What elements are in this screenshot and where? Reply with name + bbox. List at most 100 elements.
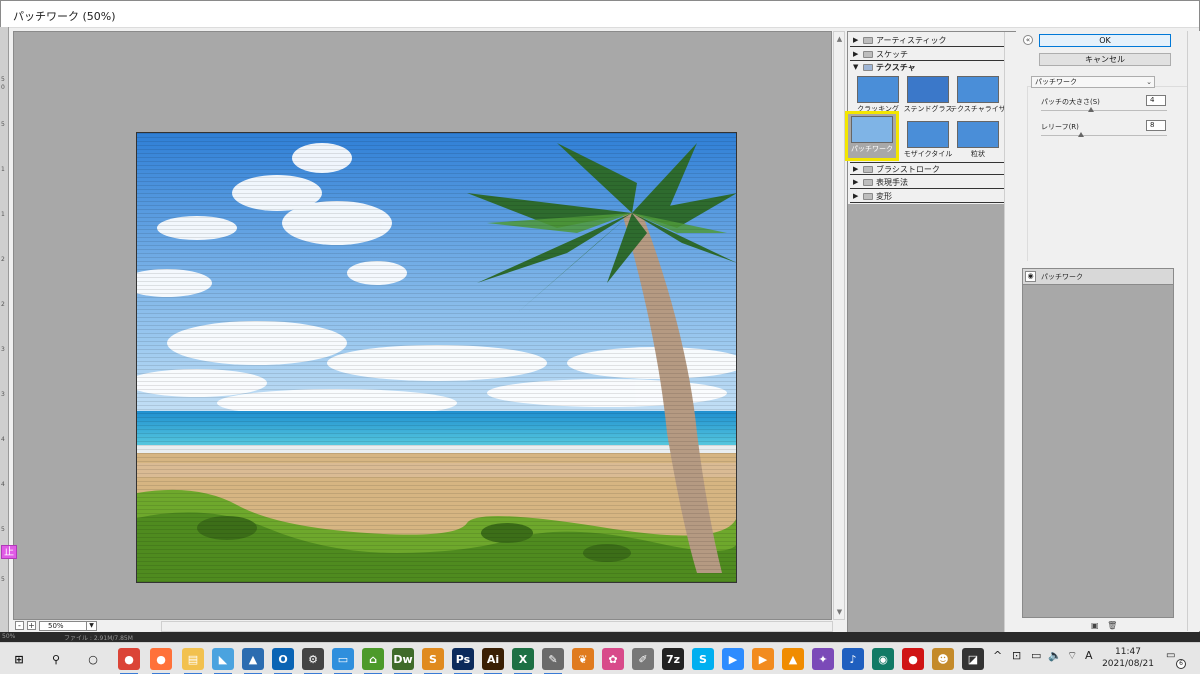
thumbnail-image bbox=[851, 116, 893, 143]
preview-area[interactable] bbox=[13, 31, 832, 620]
new-layer-icon[interactable]: ▣ bbox=[1091, 621, 1099, 630]
thumbnail-image bbox=[957, 121, 999, 148]
7zip-icon[interactable]: 7z bbox=[662, 648, 684, 670]
patch-size-slider[interactable] bbox=[1041, 107, 1167, 112]
filter-thumb-patchwork[interactable]: パッチワーク bbox=[845, 111, 899, 161]
status-zoom: 50% bbox=[2, 633, 16, 640]
category-sketch[interactable]: ▶ スケッチ bbox=[850, 48, 1004, 61]
zoom-out-button[interactable]: - bbox=[15, 621, 24, 630]
outlook-icon[interactable]: O bbox=[272, 648, 294, 674]
explorer-icon[interactable]: ▤ bbox=[182, 648, 204, 674]
vlc-icon[interactable]: ▲ bbox=[782, 648, 804, 670]
filter-thumb-texturizer[interactable]: テクスチャライザー bbox=[950, 74, 1013, 118]
relief-slider-handle[interactable] bbox=[1078, 132, 1085, 137]
patch-size-label: パッチの大きさ(S) bbox=[1041, 98, 1100, 106]
illustrator-icon[interactable]: Ai bbox=[482, 648, 504, 674]
app-green-icon[interactable]: ⌂ bbox=[362, 648, 384, 674]
relief-label: レリーフ(R) bbox=[1041, 123, 1079, 131]
app-pink-icon[interactable]: ✿ bbox=[602, 648, 624, 670]
expand-triangle-icon: ▶ bbox=[853, 192, 859, 200]
sticky-icon[interactable]: ◪ bbox=[962, 648, 984, 670]
filter-thumb-craquelure[interactable]: クラッキング bbox=[854, 74, 902, 118]
title-bar[interactable]: パッチワーク (50%) bbox=[1, 1, 1199, 28]
notification-count: 6 bbox=[1176, 659, 1186, 669]
zoom-select[interactable]: 50% ▼ bbox=[39, 621, 97, 631]
excel-icon[interactable]: X bbox=[512, 648, 534, 674]
dreamweaver-icon[interactable]: Dw bbox=[392, 648, 414, 674]
zoom-value: 50% bbox=[48, 622, 64, 630]
category-artistic[interactable]: ▶ アーティスティック bbox=[850, 34, 1004, 47]
scroll-down-icon[interactable]: ▼ bbox=[835, 607, 844, 617]
category-stylize[interactable]: ▶ 表現手法 bbox=[850, 176, 1004, 189]
ruler-tick: 5 bbox=[1, 576, 5, 583]
app-purple-icon[interactable]: ✦ bbox=[812, 648, 834, 670]
patch-size-input[interactable]: 4 bbox=[1146, 95, 1166, 106]
right-scrollbar[interactable] bbox=[1187, 31, 1200, 631]
preview-image[interactable] bbox=[136, 132, 737, 583]
notification-icon[interactable]: ▭ 6 bbox=[1166, 650, 1186, 669]
category-texture[interactable]: ▼ テクスチャ bbox=[850, 61, 1004, 74]
folder-icon bbox=[863, 179, 873, 186]
ime-icon[interactable]: A bbox=[1085, 649, 1093, 662]
filter-thumb-grain[interactable]: 粒状 bbox=[954, 119, 1002, 163]
app-card-icon[interactable]: ▭ bbox=[332, 648, 354, 674]
preview-vertical-scrollbar[interactable]: ▲ ▼ bbox=[833, 31, 845, 620]
app-teal-icon[interactable]: ◉ bbox=[872, 648, 894, 670]
task-view-icon[interactable]: ○ bbox=[82, 648, 104, 670]
filter-gallery-dialog: パッチワーク (50%) ▲ ▼ - + 50% ▼ ▶ アーティスティック ▶… bbox=[0, 0, 1200, 640]
skype-icon[interactable]: S bbox=[692, 648, 714, 670]
start-icon[interactable]: ⊞ bbox=[8, 648, 30, 670]
ime-mode-indicator[interactable]: 止 bbox=[1, 545, 17, 559]
patch-size-slider-handle[interactable] bbox=[1088, 107, 1095, 112]
gallery-scrollbar[interactable] bbox=[1004, 32, 1016, 632]
firefox-icon[interactable]: ● bbox=[150, 648, 172, 674]
category-brush-strokes[interactable]: ▶ ブラシストローク bbox=[850, 162, 1004, 175]
chrome-icon[interactable]: ● bbox=[118, 648, 140, 674]
effect-layer-row[interactable]: ◉ パッチワーク bbox=[1023, 269, 1173, 285]
app-blue-icon[interactable]: ◣ bbox=[212, 648, 234, 674]
settings-icon[interactable]: ⚙ bbox=[302, 648, 324, 674]
filter-select[interactable]: パッチワーク ⌄ bbox=[1031, 76, 1155, 88]
photos-icon[interactable]: ▲ bbox=[242, 648, 264, 674]
screen: パッチワーク (50%) ▲ ▼ - + 50% ▼ ▶ アーティスティック ▶… bbox=[0, 0, 1200, 674]
scroll-up-icon[interactable]: ▲ bbox=[835, 34, 844, 44]
relief-slider[interactable] bbox=[1041, 132, 1167, 137]
eye-icon[interactable]: ◉ bbox=[1025, 271, 1036, 282]
zoom-in-button[interactable]: + bbox=[27, 621, 36, 630]
app-brush-icon[interactable]: ✐ bbox=[632, 648, 654, 670]
app-orange-icon[interactable]: S bbox=[422, 648, 444, 674]
record-icon[interactable]: ● bbox=[902, 648, 924, 670]
ok-button[interactable]: OK bbox=[1039, 34, 1171, 47]
ruler-tick: 2 bbox=[1, 256, 5, 263]
preview-horizontal-scrollbar[interactable] bbox=[161, 621, 833, 632]
chevron-down-icon: ⌄ bbox=[1146, 78, 1152, 86]
parameters-group bbox=[1027, 86, 1187, 261]
layer-tools: ▣ 🗑 bbox=[1091, 621, 1121, 631]
status-doc-size: ファイル : 2.91M/7.85M bbox=[64, 635, 133, 642]
volume-icon[interactable]: 🔈 bbox=[1048, 649, 1062, 662]
search-icon[interactable]: ⚲ bbox=[45, 648, 67, 670]
app-media-icon[interactable]: ▶ bbox=[752, 648, 774, 670]
zoom-icon[interactable]: ▶ bbox=[722, 648, 744, 670]
music-icon[interactable]: ♪ bbox=[842, 648, 864, 670]
filter-thumb-mosaic-tiles[interactable]: モザイクタイル bbox=[904, 119, 952, 163]
butterfly-icon[interactable]: ❦ bbox=[572, 648, 594, 670]
cancel-button[interactable]: キャンセル bbox=[1039, 53, 1171, 66]
collapse-triangle-icon: ▼ bbox=[853, 63, 859, 71]
tray-overflow-icon[interactable]: ^ bbox=[993, 649, 1002, 662]
battery-icon[interactable]: ▭ bbox=[1031, 649, 1041, 662]
collapse-gallery-icon[interactable]: « bbox=[1023, 35, 1033, 45]
expand-triangle-icon: ▶ bbox=[853, 178, 859, 186]
app-avatar-icon[interactable]: ☻ bbox=[932, 648, 954, 670]
photoshop-icon[interactable]: Ps bbox=[452, 648, 474, 674]
app-pen-icon[interactable]: ✎ bbox=[542, 648, 564, 674]
wifi-icon[interactable]: ⌔ bbox=[1067, 649, 1077, 663]
category-distort[interactable]: ▶ 変形 bbox=[850, 190, 1004, 203]
trash-icon[interactable]: 🗑 bbox=[1107, 621, 1117, 630]
thumbnail-image bbox=[907, 76, 949, 103]
tray-device-icon[interactable]: ⊡ bbox=[1012, 649, 1021, 662]
filter-thumb-stained-glass[interactable]: ステンドグラス bbox=[904, 74, 952, 118]
clock[interactable]: 11:47 2021/08/21 bbox=[1098, 646, 1158, 670]
relief-input[interactable]: 8 bbox=[1146, 120, 1166, 131]
ruler-tick: 4 bbox=[1, 481, 5, 488]
